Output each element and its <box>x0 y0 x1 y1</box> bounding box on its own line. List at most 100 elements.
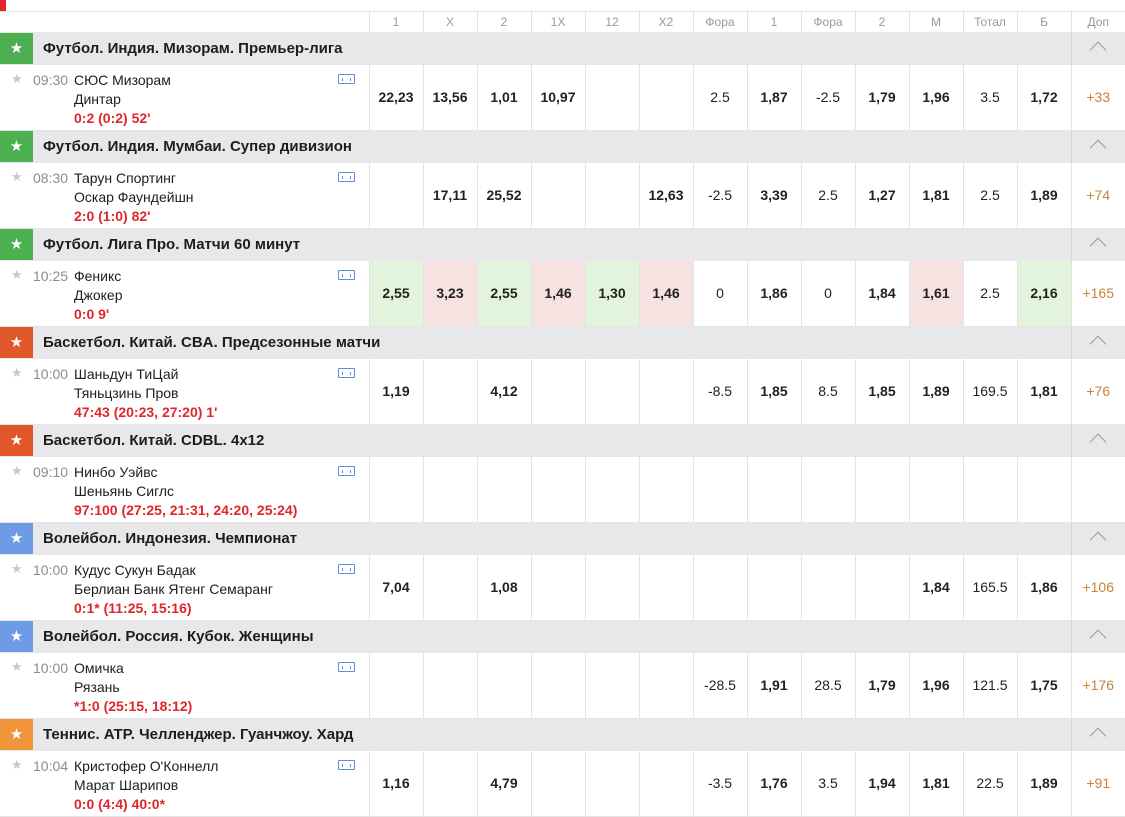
odds-cell[interactable]: 2.5 <box>800 162 855 229</box>
live-stream-icon[interactable] <box>337 661 355 672</box>
odds-cell[interactable]: 4,12 <box>476 358 531 425</box>
header-col[interactable]: Фора <box>800 11 855 33</box>
odds-cell[interactable]: -28.5 <box>692 652 747 719</box>
odds-cell[interactable]: 1,84 <box>854 260 909 327</box>
odds-cell[interactable]: 1,79 <box>854 64 909 131</box>
odds-cell[interactable]: 28.5 <box>800 652 855 719</box>
more-markets-link[interactable]: +91 <box>1070 750 1125 817</box>
more-markets-link[interactable]: +76 <box>1070 358 1125 425</box>
odds-cell[interactable]: 169.5 <box>962 358 1017 425</box>
collapse-button[interactable] <box>1070 424 1125 457</box>
team-away[interactable]: Марат Шарипов <box>74 777 178 793</box>
odds-cell[interactable]: 121.5 <box>962 652 1017 719</box>
odds-cell[interactable]: 1,96 <box>908 64 963 131</box>
odds-cell[interactable]: 1,89 <box>1016 162 1071 229</box>
odds-cell[interactable]: 2.5 <box>962 260 1017 327</box>
favorite-star-icon[interactable]: ★ <box>0 131 33 163</box>
team-away[interactable]: Оскар Фаундейшн <box>74 189 194 205</box>
league-title[interactable]: Баскетбол. Китай. CBA. Предсезонные матч… <box>33 334 380 351</box>
odds-cell[interactable]: 1,85 <box>854 358 909 425</box>
live-stream-icon[interactable] <box>337 563 355 574</box>
odds-cell[interactable]: 3.5 <box>962 64 1017 131</box>
odds-cell[interactable]: 165.5 <box>962 554 1017 621</box>
team-away[interactable]: Джокер <box>74 287 123 303</box>
collapse-button[interactable] <box>1070 130 1125 163</box>
odds-cell[interactable]: 1,96 <box>908 652 963 719</box>
odds-cell[interactable]: 1,75 <box>1016 652 1071 719</box>
more-markets-link[interactable]: +165 <box>1070 260 1125 327</box>
odds-cell[interactable]: 10,97 <box>530 64 585 131</box>
collapse-button[interactable] <box>1070 326 1125 359</box>
odds-cell[interactable]: 2.5 <box>962 162 1017 229</box>
header-col[interactable]: Доп <box>1070 11 1125 33</box>
odds-cell[interactable]: 22.5 <box>962 750 1017 817</box>
favorite-star-icon[interactable]: ★ <box>0 425 33 457</box>
header-col[interactable]: 2 <box>476 11 531 33</box>
team-home[interactable]: Тарун Спортинг <box>74 170 176 186</box>
favorite-star-icon[interactable]: ★ <box>11 169 23 185</box>
favorite-star-icon[interactable]: ★ <box>0 33 33 65</box>
team-away[interactable]: Рязань <box>74 679 120 695</box>
odds-cell[interactable]: 1,46 <box>638 260 693 327</box>
team-home[interactable]: Омичка <box>74 660 124 676</box>
odds-cell[interactable]: 1,89 <box>1016 750 1071 817</box>
favorite-star-icon[interactable]: ★ <box>11 463 23 479</box>
odds-cell[interactable]: -3.5 <box>692 750 747 817</box>
favorite-star-icon[interactable]: ★ <box>11 71 23 87</box>
team-home[interactable]: Шаньдун ТиЦай <box>74 366 178 382</box>
favorite-star-icon[interactable]: ★ <box>11 659 23 675</box>
odds-cell[interactable]: 1,94 <box>854 750 909 817</box>
odds-cell[interactable]: 2,55 <box>368 260 423 327</box>
more-markets-link[interactable]: +33 <box>1070 64 1125 131</box>
favorite-star-icon[interactable]: ★ <box>0 523 33 555</box>
live-stream-icon[interactable] <box>337 465 355 476</box>
favorite-star-icon[interactable]: ★ <box>11 267 23 283</box>
team-home[interactable]: Нинбо Уэйвс <box>74 464 158 480</box>
team-away[interactable]: Тяньцзинь Пров <box>74 385 178 401</box>
odds-cell[interactable]: 1,89 <box>908 358 963 425</box>
odds-cell[interactable]: 1,87 <box>746 64 801 131</box>
odds-cell[interactable]: 1,16 <box>368 750 423 817</box>
odds-cell[interactable]: 1,01 <box>476 64 531 131</box>
team-away[interactable]: Динтар <box>74 91 121 107</box>
odds-cell[interactable]: 17,11 <box>422 162 477 229</box>
live-stream-icon[interactable] <box>337 367 355 378</box>
odds-cell[interactable]: 7,04 <box>368 554 423 621</box>
favorite-star-icon[interactable]: ★ <box>11 757 23 773</box>
odds-cell[interactable]: 0 <box>692 260 747 327</box>
league-title[interactable]: Баскетбол. Китай. CDBL. 4x12 <box>33 432 264 449</box>
odds-cell[interactable]: 1,86 <box>746 260 801 327</box>
header-col[interactable]: X2 <box>638 11 693 33</box>
odds-cell[interactable]: 1,85 <box>746 358 801 425</box>
odds-cell[interactable]: -2.5 <box>800 64 855 131</box>
team-away[interactable]: Шеньянь Сиглс <box>74 483 174 499</box>
odds-cell[interactable]: 22,23 <box>368 64 423 131</box>
header-col[interactable]: 12 <box>584 11 639 33</box>
odds-cell[interactable]: -2.5 <box>692 162 747 229</box>
favorite-star-icon[interactable]: ★ <box>0 229 33 261</box>
odds-cell[interactable]: 2,55 <box>476 260 531 327</box>
more-markets-link[interactable]: +74 <box>1070 162 1125 229</box>
collapse-button[interactable] <box>1070 620 1125 653</box>
more-markets-link[interactable]: +106 <box>1070 554 1125 621</box>
odds-cell[interactable]: 1,76 <box>746 750 801 817</box>
header-col[interactable]: X <box>422 11 477 33</box>
odds-cell[interactable]: 1,79 <box>854 652 909 719</box>
header-col[interactable]: Тотал <box>962 11 1017 33</box>
team-home[interactable]: Кудус Сукун Бадак <box>74 562 196 578</box>
header-col[interactable]: Б <box>1016 11 1071 33</box>
team-home[interactable]: Феникс <box>74 268 121 284</box>
odds-cell[interactable]: 1,08 <box>476 554 531 621</box>
favorite-star-icon[interactable]: ★ <box>11 561 23 577</box>
more-markets-link[interactable]: +176 <box>1070 652 1125 719</box>
header-col[interactable]: Фора <box>692 11 747 33</box>
team-home[interactable]: СЮС Мизорам <box>74 72 171 88</box>
odds-cell[interactable]: 8.5 <box>800 358 855 425</box>
odds-cell[interactable]: 1,30 <box>584 260 639 327</box>
live-stream-icon[interactable] <box>337 269 355 280</box>
league-title[interactable]: Волейбол. Россия. Кубок. Женщины <box>33 628 314 645</box>
collapse-button[interactable] <box>1070 32 1125 65</box>
odds-cell[interactable]: 1,72 <box>1016 64 1071 131</box>
odds-cell[interactable]: 3,39 <box>746 162 801 229</box>
odds-cell[interactable]: 25,52 <box>476 162 531 229</box>
